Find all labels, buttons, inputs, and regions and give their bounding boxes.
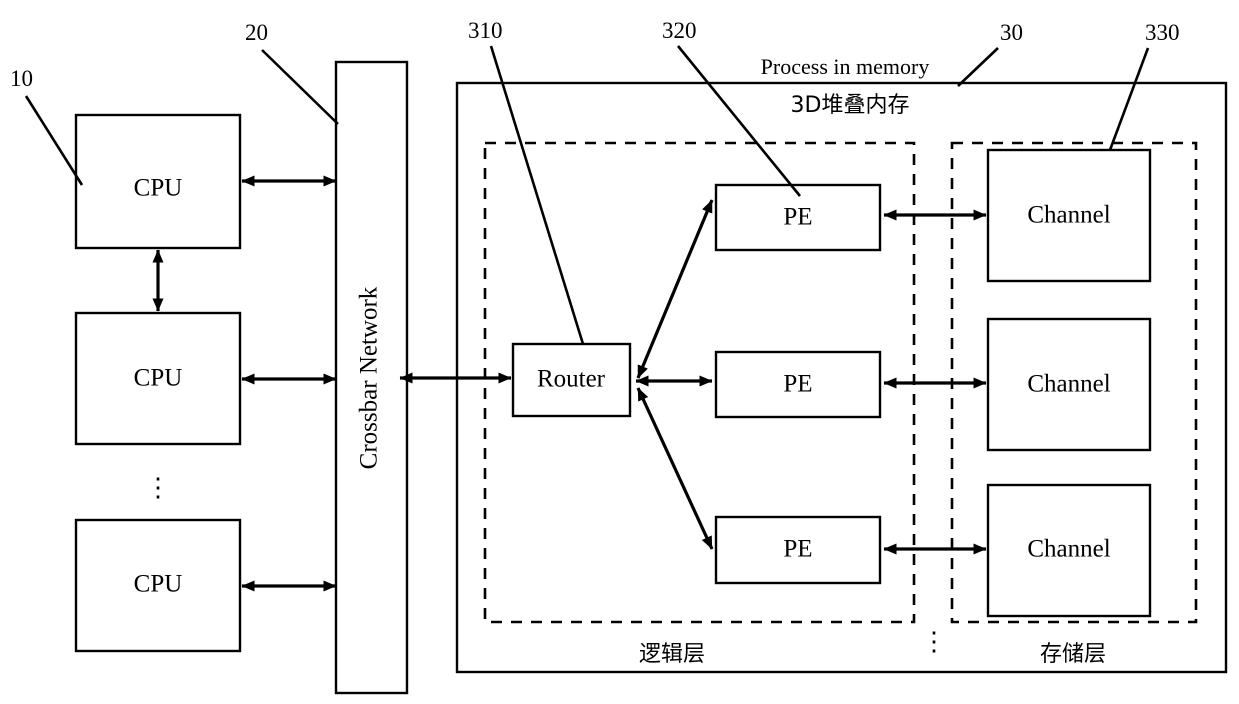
- channel-box-1-label: Channel: [1027, 202, 1110, 229]
- cpu-column-ellipsis: ⋮: [145, 473, 171, 502]
- memory-layer-ellipsis: ⋮: [921, 627, 947, 656]
- channel-box-1[interactable]: Channel: [986, 148, 1152, 283]
- cpu-box-2-label: CPU: [134, 365, 183, 392]
- reference-number-330: 330: [1145, 20, 1180, 45]
- channel-box-2[interactable]: Channel: [986, 317, 1152, 452]
- router-pe3-arrow: [636, 387, 714, 550]
- process-in-memory-title: Process in memory: [761, 54, 930, 79]
- reference-number-320: 320: [662, 18, 697, 43]
- pe-box-1-label: PE: [783, 204, 812, 231]
- reference-number-310: 310: [468, 18, 503, 43]
- router-pe1-arrow: [636, 199, 714, 379]
- stacked-memory-title: 3D堆叠内存: [791, 93, 910, 118]
- pe-box-3-label: PE: [783, 536, 812, 563]
- cpu-group: CPU CPU CPU ⋮ 10: [10, 66, 242, 653]
- memory-layer-caption: 存储层: [1040, 642, 1106, 667]
- reference-number-30: 30: [1000, 20, 1023, 45]
- reference-number-10: 10: [10, 66, 33, 91]
- leader-line-20: [261, 49, 339, 125]
- leader-line-10: [24, 95, 84, 186]
- cpu-box-1[interactable]: CPU: [74, 113, 242, 250]
- router-label: Router: [537, 366, 606, 393]
- pe-box-2-label: PE: [783, 371, 812, 398]
- leader-line-30: [957, 47, 999, 87]
- cpu-box-2[interactable]: CPU: [74, 311, 242, 446]
- channel-box-2-label: Channel: [1027, 371, 1110, 398]
- crossbar-network-label: Crossbar Network: [356, 286, 383, 469]
- logic-layer-caption: 逻辑层: [639, 642, 705, 667]
- pim-architecture-diagram: CPU CPU CPU ⋮ 10 Crossbar Network 20 Pro…: [0, 0, 1239, 704]
- cpu-box-3[interactable]: CPU: [74, 518, 242, 653]
- crossbar-network[interactable]: Crossbar Network: [334, 60, 409, 695]
- router-box[interactable]: Router: [511, 342, 632, 418]
- pe-box-2[interactable]: PE: [714, 350, 882, 419]
- reference-number-20: 20: [245, 20, 268, 45]
- leader-line-330: [1108, 47, 1150, 151]
- channel-box-3-label: Channel: [1027, 536, 1110, 563]
- leader-line-310: [489, 45, 585, 345]
- cpu-box-3-label: CPU: [134, 571, 183, 598]
- pe-box-3[interactable]: PE: [714, 515, 882, 585]
- cpu-box-1-label: CPU: [134, 175, 183, 202]
- channel-box-3[interactable]: Channel: [986, 483, 1152, 618]
